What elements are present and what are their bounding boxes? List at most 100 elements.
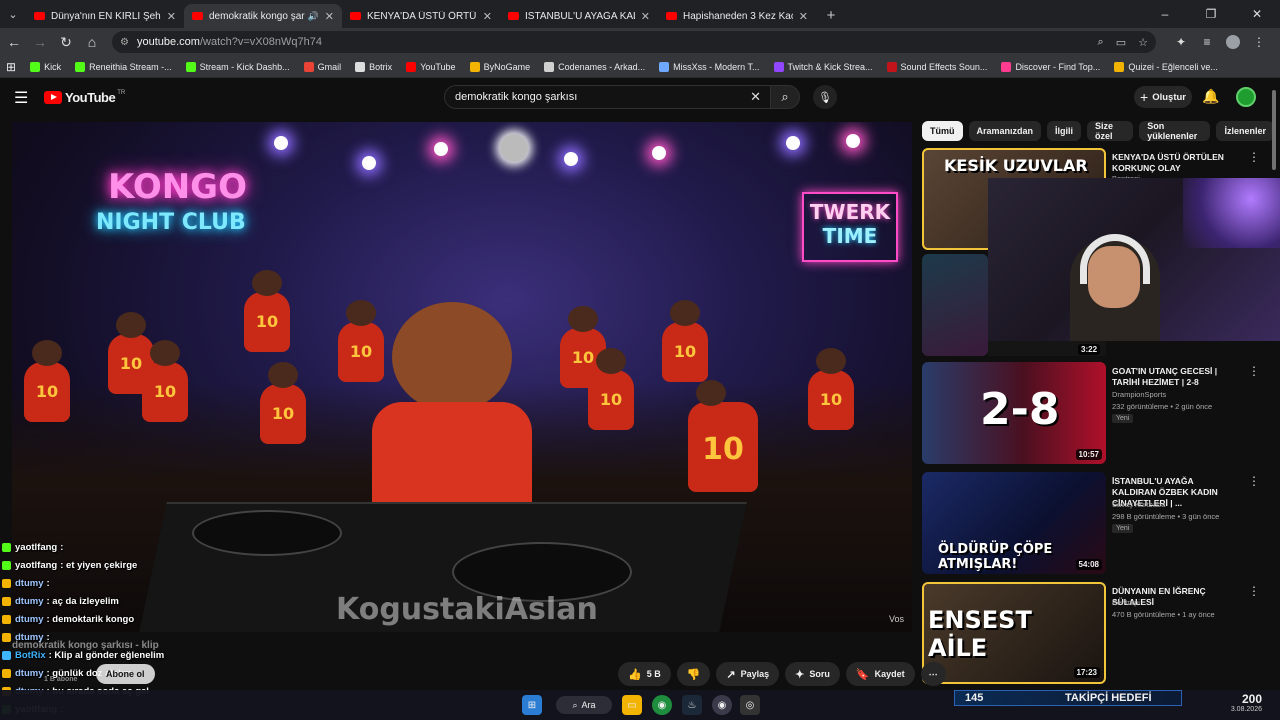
chat-message: dtumy: aç da izleyelim (2, 592, 362, 610)
badge-icon (2, 614, 11, 624)
scrollbar-thumb[interactable] (1272, 90, 1276, 170)
badge-icon (2, 650, 11, 660)
obs-icon[interactable]: ◎ (740, 695, 760, 715)
back-icon[interactable]: ← (2, 34, 26, 50)
share-button[interactable]: ↗ Paylaş (716, 662, 780, 686)
follower-goal-bar: 145 TAKİPÇİ HEDEFİ (954, 690, 1182, 706)
taskbar-search[interactable]: ⌕ Ara (556, 696, 612, 714)
zoom-icon[interactable]: ⌕ (1098, 36, 1104, 49)
like-button[interactable]: 👍 5 B (618, 662, 671, 686)
chip-from-search[interactable]: Aramanızdan (968, 121, 1042, 141)
more-options-icon[interactable]: ⋮ (1248, 474, 1260, 488)
tab-0[interactable]: Dünya'nın EN KİRLİ Şehrine Gel✕ (26, 4, 184, 28)
neon-sign-nightclub: NIGHT CLUB (96, 210, 246, 235)
search-input[interactable]: demokratik kongo şarkısı ✕ (444, 85, 772, 109)
bookmark-4[interactable]: Botrix (355, 61, 392, 72)
dancer: 10 (588, 348, 634, 430)
recommendation-item[interactable]: ENSEST AİLE 17:23 DÜNYANIN EN İĞRENÇ SÜL… (922, 582, 1262, 684)
subscribe-button[interactable]: Abone ol (96, 664, 155, 684)
tab-strip: ⌄ Dünya'nın EN KİRLİ Şehrine Gel✕ demokr… (0, 0, 1280, 28)
chip-all[interactable]: Tümü (922, 121, 963, 141)
dancer: 10 (24, 340, 70, 422)
bookmark-9[interactable]: Twitch & Kick Strea... (773, 61, 873, 72)
scrollbar[interactable] (1271, 86, 1277, 686)
bookmark-2[interactable]: Stream - Kick Dashb... (185, 61, 290, 72)
audio-playing-icon[interactable]: 🔊 (308, 11, 319, 22)
bookmark-5[interactable]: YouTube (406, 61, 456, 72)
clear-search-icon[interactable]: ✕ (750, 89, 761, 105)
notifications-icon[interactable]: 🔔 (1202, 88, 1219, 105)
bookmark-6[interactable]: ByNoGame (469, 61, 530, 72)
home-icon[interactable]: ⌂ (80, 34, 104, 50)
menu-icon[interactable]: ⋮ (1246, 35, 1272, 50)
create-button[interactable]: + Oluştur (1134, 86, 1192, 108)
ask-button[interactable]: ✦ Soru (785, 662, 840, 686)
screen: ⌄ Dünya'nın EN KİRLİ Şehrine Gel✕ demokr… (0, 0, 1280, 720)
bookmark-3[interactable]: Gmail (303, 61, 341, 72)
chat-message: yaotlfang: (2, 538, 362, 556)
video-thumbnail[interactable]: 2-8 10:57 (922, 362, 1106, 464)
bookmark-0[interactable]: Kick (30, 61, 61, 72)
tab-2[interactable]: KENYA'DA ÜSTÜ ÖRTÜLEN KOR✕ (342, 4, 500, 28)
close-tab-icon[interactable]: ✕ (799, 10, 808, 23)
tab-4[interactable]: Hapishaneden 3 Kez Kaçan Ad✕ (658, 4, 816, 28)
close-tab-icon[interactable]: ✕ (641, 10, 650, 23)
reload-icon[interactable]: ↻ (54, 34, 78, 51)
close-tab-icon[interactable]: ✕ (167, 10, 176, 23)
bookmark-8[interactable]: MissXss - Modern T... (659, 61, 760, 72)
profile-icon[interactable] (1220, 35, 1246, 50)
more-options-icon[interactable]: ⋮ (1248, 584, 1260, 598)
steam-icon[interactable]: ♨ (682, 695, 702, 715)
extensions-icon[interactable]: ✦ (1168, 35, 1194, 50)
tab-search-icon[interactable]: ⌄ (0, 0, 26, 28)
bookmark-10[interactable]: Sound Effects Soun... (886, 61, 987, 72)
address-bar[interactable]: ⚙ youtube.com/watch?v=vX08nWq7h74 ⌕ ▭ ☆ (112, 31, 1156, 53)
more-options-icon[interactable]: ⋮ (1248, 364, 1260, 378)
forward-icon[interactable]: → (28, 34, 52, 50)
site-info-icon[interactable]: ⚙ (120, 37, 129, 48)
url-text[interactable]: youtube.com/watch?v=vX08nWq7h74 (137, 36, 1086, 48)
stage-light (564, 152, 578, 166)
close-tab-icon[interactable]: ✕ (483, 10, 492, 23)
chrome-active-icon[interactable]: ◉ (712, 695, 732, 715)
chip-recent[interactable]: Son yüklenenler (1139, 121, 1211, 141)
windows-start-icon[interactable]: ⊞ (522, 695, 542, 715)
apps-grid-icon[interactable]: ⊞ (6, 60, 16, 74)
more-actions-button[interactable]: ⋯ (920, 662, 946, 686)
bookmark-12[interactable]: Quizei - Eğlenceli ve... (1114, 61, 1218, 72)
youtube-logo[interactable]: YouTube TR (44, 90, 125, 105)
voice-search-icon[interactable]: 🎙 (813, 85, 837, 109)
search-button[interactable]: ⌕ (770, 85, 800, 109)
dislike-button[interactable]: 👎 (676, 662, 711, 686)
webcam-overlay (988, 178, 1280, 341)
more-options-icon[interactable]: ⋮ (1248, 150, 1260, 164)
bookmark-star-icon[interactable]: ☆ (1138, 36, 1148, 49)
minimize-icon[interactable]: – (1142, 0, 1188, 28)
recommendation-item[interactable]: 2-8 10:57 GOAT'IN UTANÇ GECESİ | TARİHİ … (922, 362, 1262, 464)
video-thumbnail[interactable]: ÖLDÜRÜP ÇÖPE ATMIŞLAR! 54:08 (922, 472, 1106, 574)
maximize-icon[interactable]: ❐ (1188, 0, 1234, 28)
video-thumbnail[interactable] (922, 254, 988, 356)
file-explorer-icon[interactable]: ▭ (622, 695, 642, 715)
avatar[interactable] (1236, 87, 1256, 107)
hamburger-menu-icon[interactable]: ☰ (14, 88, 28, 108)
save-button[interactable]: 🔖 Kaydet (845, 662, 915, 686)
media-control-icon[interactable]: ≡ (1194, 35, 1220, 50)
recommendation-item[interactable]: ÖLDÜRÜP ÇÖPE ATMIŞLAR! 54:08 İSTANBUL'U … (922, 472, 1262, 574)
tab-3[interactable]: İSTANBUL'U AYAĞA KALDIRAN✕ (500, 4, 658, 28)
chrome-icon[interactable]: ◉ (652, 695, 672, 715)
badge-icon (2, 560, 11, 570)
chip-watched[interactable]: İzlenenler (1216, 121, 1274, 141)
close-window-icon[interactable]: ✕ (1234, 0, 1280, 28)
bookmark-11[interactable]: Discover - Find Top... (1001, 61, 1100, 72)
close-tab-icon[interactable]: ✕ (325, 10, 334, 23)
bookmark-1[interactable]: Reneithia Stream -... (75, 61, 172, 72)
tab-1[interactable]: demokratik kongo şarkısı -🔊✕ (184, 4, 342, 28)
badge-icon (2, 542, 11, 552)
bookmark-7[interactable]: Codenames - Arkad... (544, 61, 645, 72)
chip-related[interactable]: İlgili (1047, 121, 1082, 141)
new-tab-button[interactable]: + (820, 4, 842, 26)
cast-icon[interactable]: ▭ (1116, 36, 1126, 49)
dancer: 10 (808, 348, 854, 430)
chip-for-you[interactable]: Size özel (1087, 121, 1134, 141)
